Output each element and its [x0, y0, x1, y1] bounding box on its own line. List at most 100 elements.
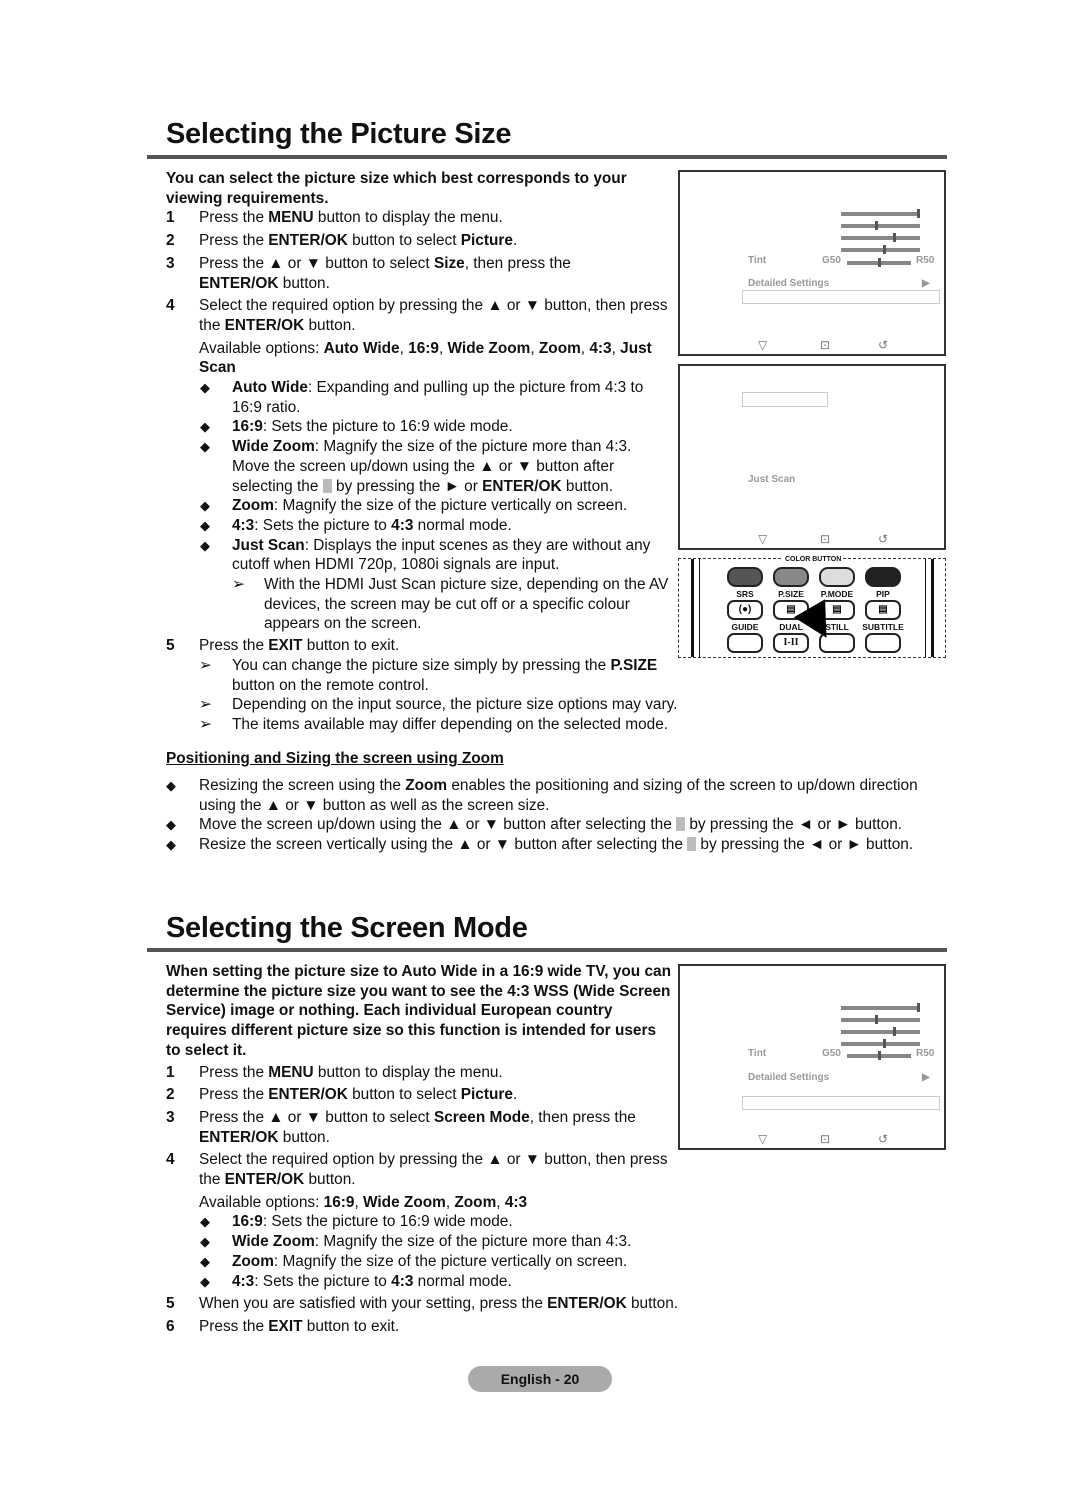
- remote-edge: [691, 559, 694, 657]
- option: Zoom: [538, 339, 581, 357]
- picture-term: Picture: [460, 1086, 513, 1104]
- slider-knob[interactable]: [875, 221, 878, 230]
- pip-button[interactable]: ▤: [865, 600, 901, 620]
- note-arrow-icon: ➢: [199, 656, 212, 674]
- osd-slider[interactable]: [841, 1015, 920, 1024]
- enter-key: ENTER/OK: [268, 1086, 348, 1104]
- step-1: 1 Press the MENU button to display the me…: [166, 208, 671, 228]
- step-text: .: [512, 1086, 518, 1104]
- note-text: With the HDMI Just Scan picture size, de…: [264, 576, 669, 633]
- option: Wide Zoom: [363, 1193, 446, 1211]
- step-1: 1 Press the MENU button to display the me…: [166, 1063, 671, 1083]
- step-2: 2 Press the ENTER/OK button to select Pic…: [166, 1085, 671, 1105]
- bullet-term: 4:3: [391, 516, 414, 534]
- note-just-scan: ➢ With the HDMI Just Scan picture size, d…: [166, 575, 671, 634]
- note-psize: ➢ You can change the picture size simply …: [166, 656, 672, 695]
- enter-key: ENTER/OK: [224, 1171, 305, 1189]
- detailed-settings-label[interactable]: Detailed Settings: [748, 278, 829, 289]
- osd-slider[interactable]: [841, 1039, 920, 1048]
- blue-button[interactable]: [865, 567, 901, 587]
- guide-label: GUIDE: [731, 622, 759, 632]
- tint-knob[interactable]: [878, 258, 881, 267]
- bullet-text: button.: [561, 477, 613, 495]
- enter-key: ENTER/OK: [224, 316, 305, 334]
- subtitle-button[interactable]: [865, 633, 901, 653]
- step-text: button to exit.: [302, 637, 400, 655]
- bullet-term: Zoom: [232, 497, 274, 515]
- bullet-text: normal mode.: [413, 516, 512, 534]
- diamond-icon: ◆: [200, 498, 210, 514]
- size-term: Size: [433, 254, 465, 272]
- intro-text: You can select the picture size which be…: [166, 170, 627, 207]
- bullet-16-9: ◆ 16:9: Sets the picture to 16:9 wide mod…: [166, 417, 671, 437]
- move-icon: ▽: [758, 532, 768, 546]
- options-prefix: Available options:: [199, 339, 324, 357]
- osd-slider[interactable]: [841, 221, 920, 230]
- step-text: Press the: [199, 1317, 269, 1335]
- step-text: Press the: [199, 1063, 269, 1081]
- bullet-4-3: ◆ 4:3: Sets the picture to 4:3 normal mod…: [166, 516, 671, 536]
- osd-slider[interactable]: [841, 233, 920, 242]
- bullet-term: 16:9: [232, 418, 263, 436]
- osd-slider[interactable]: [841, 209, 920, 218]
- step-text: button.: [304, 316, 356, 334]
- tint-right-value: R50: [916, 255, 935, 266]
- slider-knob[interactable]: [875, 1015, 878, 1024]
- page-number: English - 20: [468, 1366, 612, 1392]
- diamond-icon: ◆: [200, 1214, 210, 1230]
- diamond-icon: ◆: [200, 1273, 210, 1289]
- option: Zoom: [454, 1193, 497, 1211]
- guide-button[interactable]: [727, 633, 763, 653]
- step-number: 6: [166, 1317, 175, 1335]
- osd-slider[interactable]: [841, 1003, 920, 1012]
- step-text: button to display the menu.: [313, 1063, 503, 1081]
- tint-slider[interactable]: [847, 1051, 911, 1060]
- screen-mode-body: When setting the picture size to Auto Wi…: [166, 962, 678, 1337]
- osd-size-menu: Just Scan ▽ ⊡ ↺: [678, 364, 946, 550]
- bullet-term: Auto Wide: [232, 379, 308, 397]
- slider-knob[interactable]: [893, 1027, 896, 1036]
- enter-key: ENTER/OK: [547, 1295, 627, 1313]
- bullet-auto-wide: ◆ Auto Wide: Expanding and pulling up the…: [166, 378, 671, 417]
- bullet-term: Wide Zoom: [232, 1233, 315, 1251]
- bullet-term: 4:3: [232, 516, 255, 534]
- dual-button[interactable]: I-II: [773, 633, 809, 653]
- detailed-settings-label[interactable]: Detailed Settings: [748, 1072, 829, 1083]
- slider-knob[interactable]: [917, 209, 920, 218]
- step-text: .: [512, 232, 518, 250]
- red-button[interactable]: [727, 567, 763, 587]
- step-number: 4: [166, 1151, 175, 1169]
- bullet-text: Resize the screen vertically using the ▲…: [199, 836, 688, 854]
- osd-slider[interactable]: [841, 1027, 920, 1036]
- slider-knob[interactable]: [917, 1003, 920, 1012]
- title-rule: [147, 155, 947, 159]
- picture-size-body: You can select the picture size which be…: [166, 169, 677, 735]
- diamond-icon: ◆: [200, 439, 210, 455]
- return-icon: ↺: [878, 338, 889, 352]
- step-2: 2 Press the ENTER/OK button to select Pic…: [166, 231, 671, 251]
- tint-knob[interactable]: [878, 1051, 881, 1060]
- just-scan-option[interactable]: Just Scan: [748, 474, 795, 485]
- note-text: You can change the picture size simply b…: [232, 656, 611, 674]
- slider-knob[interactable]: [883, 245, 886, 254]
- bullet-16-9: ◆ 16:9: Sets the picture to 16:9 wide mod…: [166, 1212, 671, 1232]
- tint-label: Tint: [748, 255, 767, 266]
- tint-left-value: G50: [822, 255, 841, 266]
- srs-button[interactable]: (●): [727, 600, 763, 620]
- tint-slider[interactable]: [847, 258, 911, 267]
- osd-slider[interactable]: [841, 245, 920, 254]
- screen-mode-term: Screen Mode: [433, 1108, 530, 1126]
- bullet-term: Zoom: [232, 1252, 274, 1270]
- yellow-button[interactable]: [819, 567, 855, 587]
- diamond-icon: ◆: [200, 517, 210, 533]
- slider-knob[interactable]: [893, 233, 896, 242]
- bullet-4-3: ◆ 4:3: Sets the picture to 4:3 normal mod…: [166, 1272, 671, 1292]
- tint-label: Tint: [748, 1048, 767, 1059]
- remote-edge: [931, 559, 934, 657]
- step-text: Press the ▲ or ▼ button to select: [199, 1108, 434, 1126]
- highlight-box: [742, 1096, 940, 1110]
- green-button[interactable]: [773, 567, 809, 587]
- exit-key: EXIT: [268, 1317, 303, 1335]
- slider-knob[interactable]: [883, 1039, 886, 1048]
- diamond-icon: ◆: [200, 380, 210, 396]
